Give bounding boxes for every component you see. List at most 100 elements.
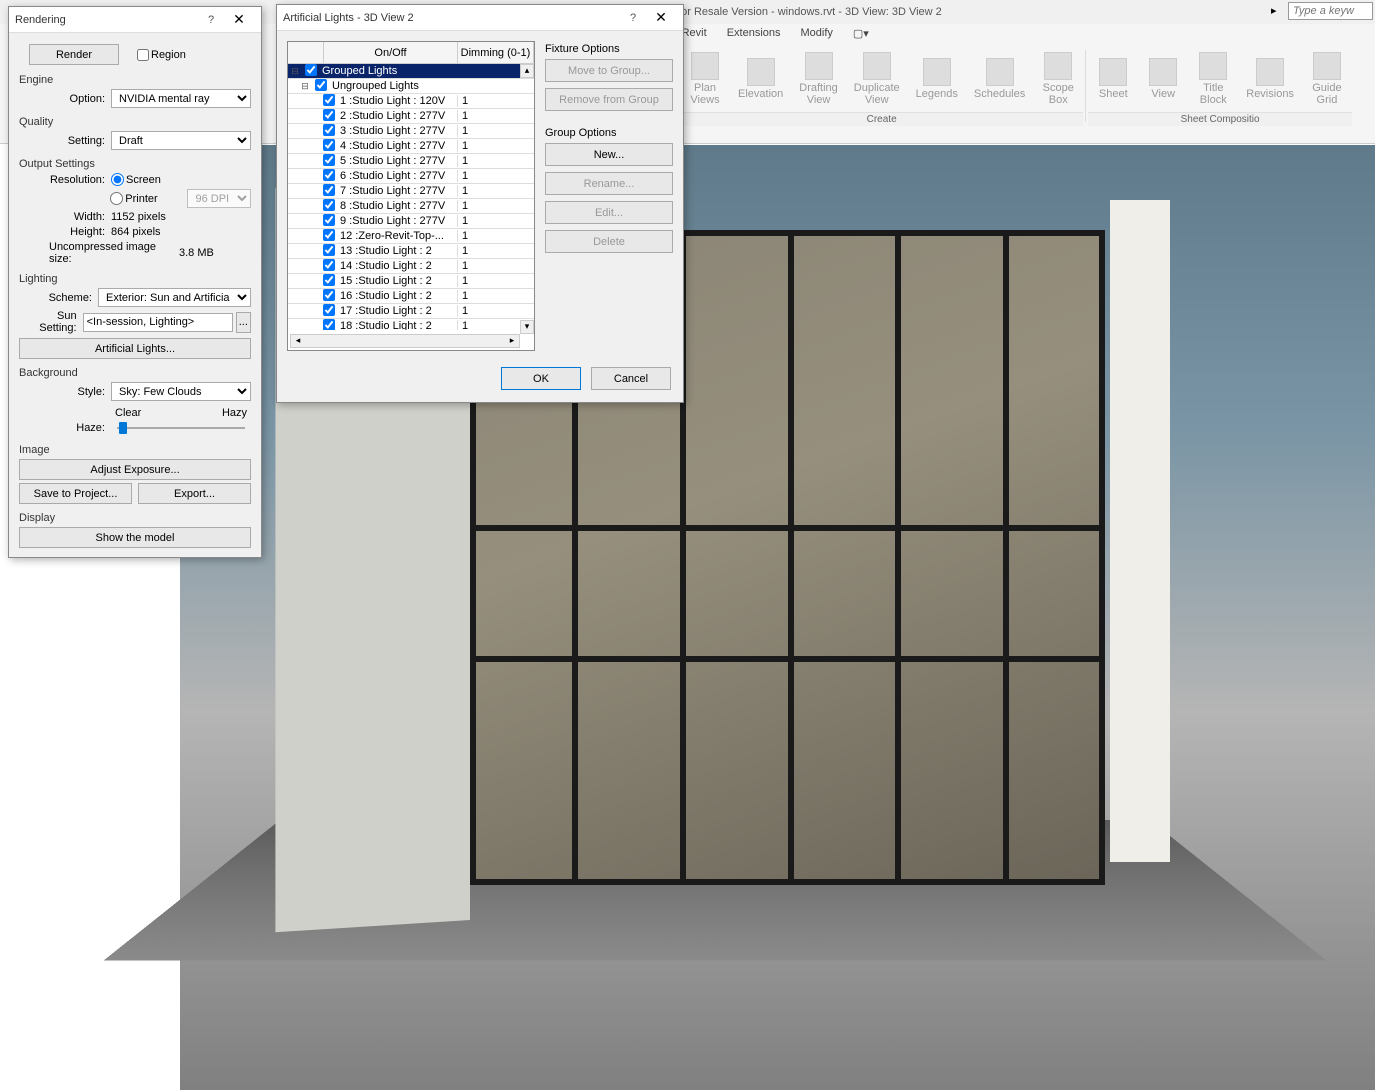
light-dimming[interactable]: 1 [458,275,534,287]
rendering-titlebar[interactable]: Rendering ? ✕ [9,7,261,33]
lights-titlebar[interactable]: Artificial Lights - 3D View 2 ? ✕ [277,5,683,31]
background-style-select[interactable]: Sky: Few Clouds [111,382,251,401]
haze-slider[interactable] [117,427,245,429]
artificial-lights-button[interactable]: Artificial Lights... [19,338,251,359]
light-checkbox[interactable] [323,214,335,226]
light-dimming[interactable]: 1 [458,125,534,137]
ribbon-tab-extensions[interactable]: Extensions [717,24,791,46]
light-row[interactable]: 5 :Studio Light : 277V1 [288,154,534,169]
light-dimming[interactable]: 1 [458,185,534,197]
light-dimming[interactable]: 1 [458,140,534,152]
grouped-lights-row[interactable]: ⊟Grouped Lights [288,64,534,79]
light-checkbox[interactable] [323,169,335,181]
light-row[interactable]: 7 :Studio Light : 277V1 [288,184,534,199]
light-checkbox[interactable] [323,244,335,256]
view-button[interactable]: View [1138,46,1188,112]
light-checkbox[interactable] [323,304,335,316]
col-dimming[interactable]: Dimming (0-1) [458,42,534,63]
light-checkbox[interactable] [323,289,335,301]
help-icon[interactable]: ? [621,12,645,24]
resolution-screen-radio[interactable] [111,173,124,186]
light-checkbox[interactable] [323,109,335,121]
light-dimming[interactable]: 1 [458,305,534,317]
engine-option-select[interactable]: NVIDIA mental ray [111,89,251,108]
scope-box-button[interactable]: Scope Box [1033,46,1083,112]
light-row[interactable]: 2 :Studio Light : 277V1 [288,109,534,124]
light-dimming[interactable]: 1 [458,290,534,302]
ok-button[interactable]: OK [501,367,581,390]
light-checkbox[interactable] [323,184,335,196]
light-dimming[interactable]: 1 [458,95,534,107]
light-row[interactable]: 16 :Studio Light : 21 [288,289,534,304]
col-onoff[interactable]: On/Off [324,42,458,63]
light-checkbox[interactable] [323,319,335,331]
keyword-search-input[interactable] [1288,2,1373,20]
scroll-up-icon[interactable]: ▴ [520,64,534,78]
light-checkbox[interactable] [323,124,335,136]
move-to-group-button[interactable]: Move to Group... [545,59,673,82]
ribbon-tab-modify[interactable]: Modify [791,24,843,46]
light-dimming[interactable]: 1 [458,200,534,212]
ribbon-tab-extra1[interactable]: ▢▾ [843,24,879,46]
light-row[interactable]: 14 :Studio Light : 21 [288,259,534,274]
quality-setting-select[interactable]: Draft [111,131,251,150]
render-button[interactable]: Render [29,44,119,65]
light-row[interactable]: 13 :Studio Light : 21 [288,244,534,259]
delete-group-button[interactable]: Delete [545,230,673,253]
light-row[interactable]: 18 :Studio Light : 21 [288,319,534,330]
light-dimming[interactable]: 1 [458,245,534,257]
light-dimming[interactable]: 1 [458,260,534,272]
plan-views-button[interactable]: Plan Views [680,46,730,112]
light-row[interactable]: 17 :Studio Light : 21 [288,304,534,319]
sheet-button[interactable]: Sheet [1088,46,1138,112]
elevation-button[interactable]: Elevation [730,46,791,112]
duplicate-view-button[interactable]: Duplicate View [846,46,908,112]
light-checkbox[interactable] [323,199,335,211]
title-block-button[interactable]: Title Block [1188,46,1238,112]
close-icon[interactable]: ✕ [223,11,255,28]
light-row[interactable]: 4 :Studio Light : 277V1 [288,139,534,154]
lighting-scheme-select[interactable]: Exterior: Sun and Artificia [98,288,251,307]
keyword-dropdown-arrow[interactable]: ▸ [1271,4,1285,18]
help-icon[interactable]: ? [199,14,223,26]
light-dimming[interactable]: 1 [458,230,534,242]
light-row[interactable]: 6 :Studio Light : 277V1 [288,169,534,184]
revisions-button[interactable]: Revisions [1238,46,1302,112]
light-dimming[interactable]: 1 [458,170,534,182]
light-checkbox[interactable] [323,139,335,151]
light-row[interactable]: 15 :Studio Light : 21 [288,274,534,289]
scroll-left-icon[interactable]: ◂ [291,335,305,347]
adjust-exposure-button[interactable]: Adjust Exposure... [19,459,251,480]
light-checkbox[interactable] [323,229,335,241]
light-dimming[interactable]: 1 [458,215,534,227]
scroll-down-icon[interactable]: ▾ [520,320,534,334]
scroll-right-icon[interactable]: ▸ [505,335,519,347]
light-checkbox[interactable] [323,274,335,286]
ungrouped-lights-checkbox[interactable] [315,79,327,91]
legends-button[interactable]: Legends [908,46,966,112]
drafting-view-button[interactable]: Drafting View [791,46,846,112]
resolution-printer-radio[interactable] [110,192,123,205]
show-model-button[interactable]: Show the model [19,527,251,548]
region-checkbox[interactable] [137,49,149,61]
light-row[interactable]: 1 :Studio Light : 120V1 [288,94,534,109]
sun-setting-input[interactable] [83,313,233,332]
light-checkbox[interactable] [323,259,335,271]
ungrouped-lights-row[interactable]: ⊟Ungrouped Lights [288,79,534,94]
schedules-button[interactable]: Schedules [966,46,1033,112]
close-icon[interactable]: ✕ [645,9,677,26]
new-group-button[interactable]: New... [545,143,673,166]
light-row[interactable]: 3 :Studio Light : 277V1 [288,124,534,139]
light-row[interactable]: 12 :Zero-Revit-Top-...1 [288,229,534,244]
light-checkbox[interactable] [323,154,335,166]
guide-grid-button[interactable]: Guide Grid [1302,46,1352,112]
light-dimming[interactable]: 1 [458,155,534,167]
light-dimming[interactable]: 1 [458,110,534,122]
grouped-lights-checkbox[interactable] [305,64,317,76]
rename-group-button[interactable]: Rename... [545,172,673,195]
export-button[interactable]: Export... [138,483,251,504]
save-to-project-button[interactable]: Save to Project... [19,483,132,504]
light-row[interactable]: 9 :Studio Light : 277V1 [288,214,534,229]
horizontal-scrollbar[interactable]: ◂ ▸ [290,334,520,348]
remove-from-group-button[interactable]: Remove from Group [545,88,673,111]
